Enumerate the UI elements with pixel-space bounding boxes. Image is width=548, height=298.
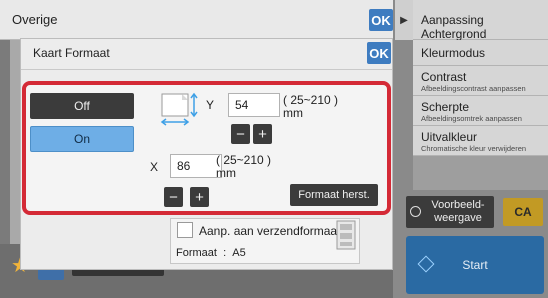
sidebar-item-sub: Chromatische kleur verwijderen bbox=[421, 144, 527, 153]
highlight-frame bbox=[22, 81, 391, 215]
sidebar-item-label: Kleurmodus bbox=[421, 46, 486, 60]
adjust-checkbox[interactable] bbox=[177, 222, 193, 238]
start-label: Start bbox=[462, 258, 488, 272]
sidebar-item-achtergrond[interactable]: Aanpassing Achtergrond bbox=[413, 0, 548, 41]
sidebar-item-label: Uitvalkleur bbox=[421, 130, 478, 144]
sidebar-item-scherpte[interactable]: Scherpte Afbeeldingsomtrek aanpassen bbox=[413, 96, 548, 126]
sidebar-item-label: Contrast bbox=[421, 70, 467, 84]
background-header: Overige bbox=[0, 0, 393, 40]
format-value: A5 bbox=[232, 247, 246, 259]
magnifier-icon bbox=[410, 206, 421, 217]
sidebar-item-uitvalkleur[interactable]: Uitvalkleur Chromatische kleur verwijder… bbox=[413, 126, 548, 156]
format-info: Formaat : A5 bbox=[176, 247, 246, 259]
ca-button[interactable]: CA bbox=[503, 198, 543, 226]
format-separator: : bbox=[223, 247, 227, 259]
dialog-title: Kaart Formaat bbox=[33, 46, 110, 60]
sidebar-item-sub: Afbeeldingsomtrek aanpassen bbox=[421, 114, 522, 123]
sidebar-item-label: Aanpassing Achtergrond bbox=[421, 13, 487, 41]
sidebar-item-contrast[interactable]: Contrast Afbeeldingscontrast aanpassen bbox=[413, 66, 548, 96]
background-left-strip bbox=[0, 40, 10, 270]
format-label: Formaat bbox=[176, 247, 217, 259]
adjust-label: Aanp. aan verzendformaat bbox=[199, 224, 341, 238]
document-icon bbox=[336, 220, 356, 250]
background-title: Overige bbox=[12, 12, 58, 27]
dialog-ok-button[interactable]: OK bbox=[367, 42, 391, 64]
background-ok-button[interactable]: OK bbox=[369, 9, 393, 31]
sidebar-item-kleurmodus[interactable]: Kleurmodus bbox=[413, 40, 548, 66]
preview-label: Voorbeeld- weergave bbox=[431, 199, 485, 224]
sidebar-item-label: Scherpte bbox=[421, 100, 470, 114]
dialog-divider bbox=[21, 69, 392, 70]
sidebar-expand-icon[interactable]: ▶ bbox=[395, 0, 413, 40]
sidebar-item-sub: Afbeeldingscontrast aanpassen bbox=[421, 84, 526, 93]
